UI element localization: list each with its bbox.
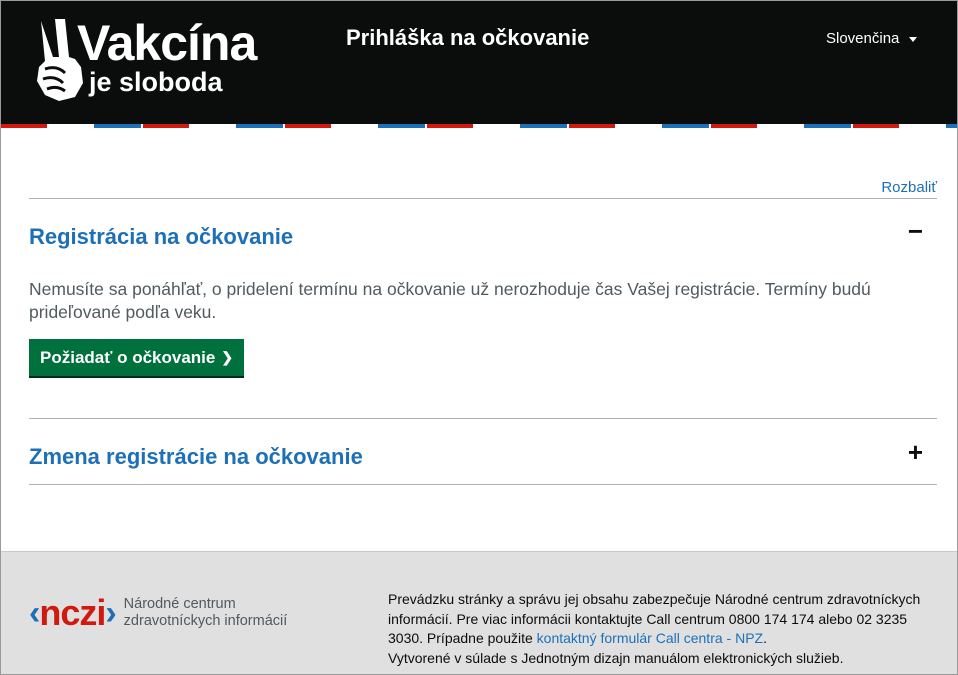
page-title: Prihláška na očkovanie <box>346 25 590 50</box>
language-selector[interactable]: Slovenčina <box>826 30 918 47</box>
logo-sub-text: je sloboda <box>89 67 223 97</box>
divider <box>29 484 937 485</box>
section-registration-title[interactable]: Registrácia na očkovanie <box>29 224 293 250</box>
site-header: Vakcína je sloboda Prihláška na očkovani… <box>1 1 957 124</box>
nczi-name-line1: Národné centrum <box>123 596 236 612</box>
divider <box>29 418 937 419</box>
vakcina-logo[interactable]: Vakcína je sloboda <box>31 15 261 103</box>
section-change-registration-title[interactable]: Zmena registrácie na očkovanie <box>29 444 363 470</box>
footer-text: Prevádzku stránky a správu jej obsahu za… <box>388 590 938 668</box>
nczi-logo[interactable]: ‹ nczi › Národné centrum zdravotníckych … <box>29 592 287 634</box>
nczi-mark-text: nczi <box>39 592 106 633</box>
request-vaccination-button[interactable]: Požiadať o očkovanie ❯ <box>29 339 245 376</box>
language-label: Slovenčina <box>826 30 900 47</box>
nczi-name: Národné centrum zdravotníckych informáci… <box>124 596 288 630</box>
nczi-name-line2: zdravotníckych informácií <box>123 613 288 629</box>
minus-icon[interactable]: − <box>908 218 923 244</box>
expand-all-link[interactable]: Rozbaliť <box>881 179 937 196</box>
chevron-right-icon: ❯ <box>221 349 234 365</box>
logo-main-text: Vakcína <box>77 15 257 71</box>
footer-text-dot: . <box>763 630 767 646</box>
divider <box>29 198 937 199</box>
chevron-down-icon <box>909 37 918 42</box>
call-centre-form-link[interactable]: kontaktný formulár Call centra - NPZ <box>537 630 763 646</box>
nczi-logo-icon: ‹ nczi › <box>29 592 117 633</box>
decorative-stripe <box>1 124 957 128</box>
request-vaccination-label: Požiadať o očkovanie <box>40 347 216 367</box>
plus-icon[interactable]: + <box>908 439 923 465</box>
site-footer: ‹ nczi › Národné centrum zdravotníckych … <box>1 551 957 674</box>
footer-design-note: Vytvorené v súlade s Jednotným dizajn ma… <box>388 649 844 666</box>
registration-notice: Nemusíte sa ponáhľať, o pridelení termín… <box>29 279 871 322</box>
